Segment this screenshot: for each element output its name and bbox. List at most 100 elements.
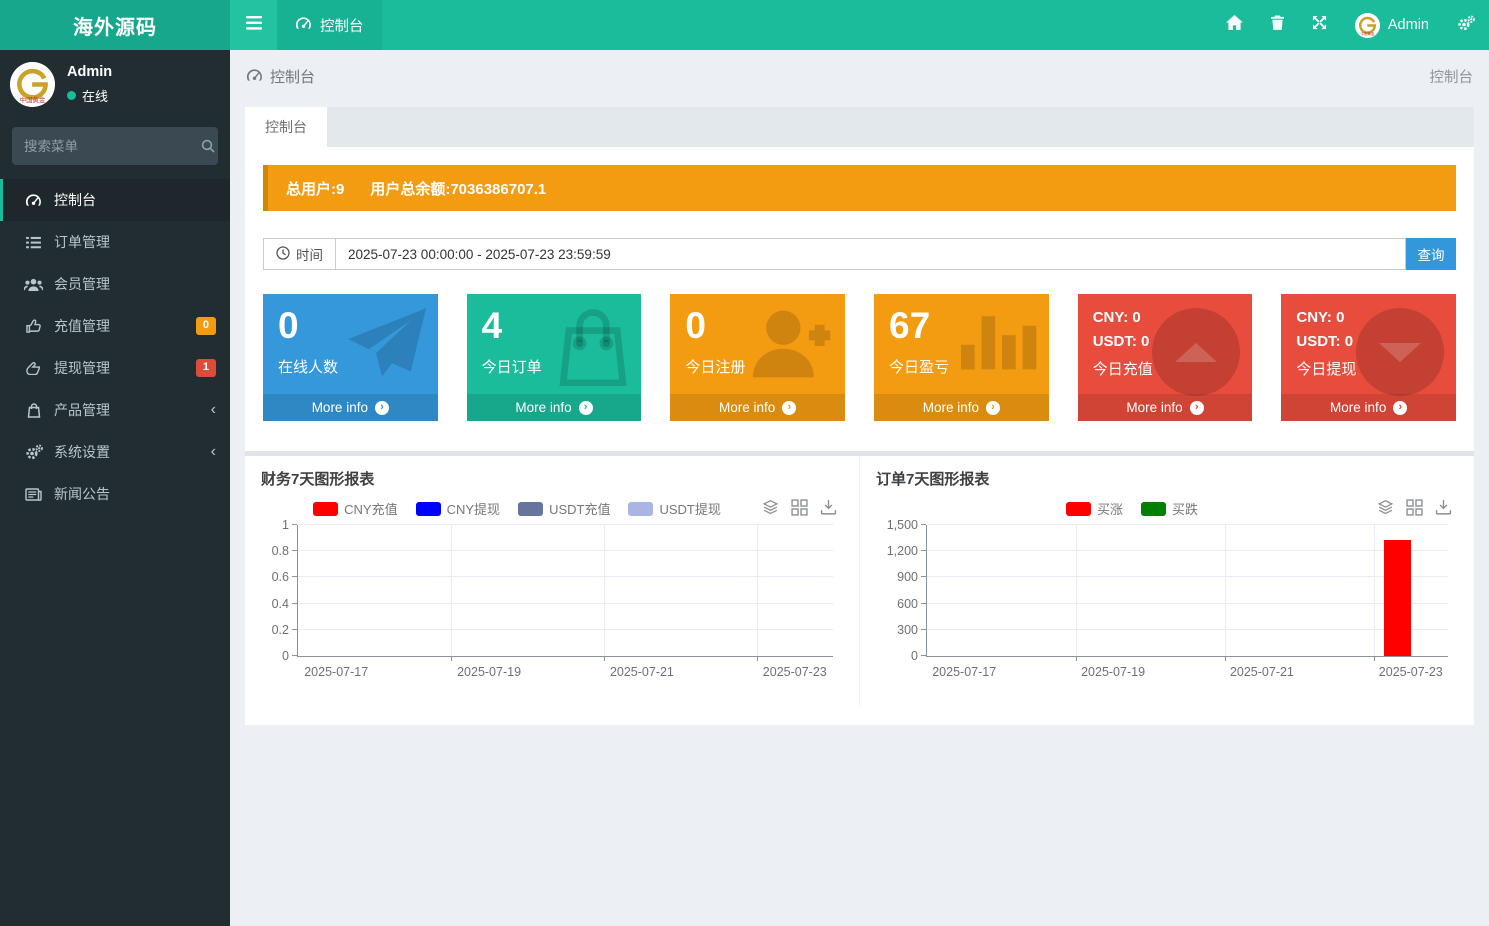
sidebar-search [12, 127, 218, 165]
sidebar-item-7[interactable]: 系统设置 ‹ [0, 431, 230, 473]
legend-label: USDT提现 [659, 502, 721, 517]
thumbs-up-icon [24, 319, 43, 333]
tiled-tool-icon[interactable] [1406, 499, 1423, 516]
more-info-label: More info [1126, 400, 1183, 415]
tab-dashboard[interactable]: 控制台 [245, 107, 327, 147]
y-axis-tick-label: 900 [897, 570, 918, 585]
more-info-link[interactable]: More info › [874, 394, 1049, 421]
sidebar-item-6[interactable]: 产品管理 ‹ [0, 389, 230, 431]
time-range-input[interactable] [336, 238, 1406, 270]
y-axis-tick-label: 0.4 [271, 596, 289, 611]
grid-line [927, 628, 1448, 630]
stack-tool-icon[interactable] [762, 499, 779, 516]
grid-line [1224, 525, 1226, 656]
hamburger-icon [245, 15, 262, 35]
summary-banner: 总用户:9 用户总余额:7036386707.1 [263, 165, 1456, 211]
legend-label: 买涨 [1096, 502, 1123, 517]
legend-item[interactable]: USDT充值 [518, 499, 610, 518]
chevron-left-icon: ‹ [210, 443, 216, 460]
arrow-circle-right-icon: › [374, 400, 389, 415]
breadcrumb-right: 控制台 [1429, 70, 1474, 86]
legend-item[interactable]: CNY提现 [415, 499, 501, 518]
x-axis-tick-label: 2025-07-23 [762, 665, 827, 679]
sidebar: 中国黄金 Admin 在线 控制台订单管理会员管理充值管理 0 提现管理 1 产品管理 ‹… [0, 50, 230, 926]
y-axis-tick-label: 0.8 [271, 544, 289, 559]
legend-item[interactable]: 买跌 [1141, 499, 1198, 518]
home-button[interactable] [1212, 0, 1257, 50]
download-tool-icon[interactable] [1435, 499, 1452, 516]
info-box-1: 0 在线人数 More info › [263, 294, 438, 421]
legend-label: CNY提现 [446, 502, 501, 517]
tab-bar: 控制台 [245, 107, 1474, 147]
arrow-circle-right-icon: › [1393, 400, 1408, 415]
chart-title: 订单7天图形报表 [876, 471, 990, 488]
sidebar-toggle-button[interactable] [230, 0, 277, 50]
avatar: 中国黄金 [10, 62, 55, 107]
sidebar-item-4[interactable]: 充值管理 0 [0, 305, 230, 347]
grid-line [298, 602, 833, 604]
bar-买涨 [1383, 540, 1411, 656]
more-info-link[interactable]: More info › [670, 394, 846, 421]
navbar-right: 中国黄金 Admin [1212, 0, 1489, 50]
chart-title: 财务7天图形报表 [261, 471, 375, 488]
sidebar-item-2[interactable]: 订单管理 [0, 221, 230, 263]
sidebar-item-label: 充值管理 [54, 318, 110, 334]
y-axis-tick-label: 300 [897, 622, 918, 637]
grid-line [927, 576, 1448, 578]
search-input[interactable] [24, 138, 201, 154]
arrow-circle-right-icon: › [1189, 400, 1204, 415]
svg-text:中国黄金: 中国黄金 [1360, 31, 1375, 36]
sidebar-item-1[interactable]: 控制台 [0, 179, 230, 221]
sidebar-item-8[interactable]: 新闻公告 [0, 473, 230, 515]
more-info-link[interactable]: More info › [1077, 394, 1253, 421]
x-axis-tick-label: 2025-07-23 [1378, 665, 1443, 679]
legend-swatch [415, 501, 441, 516]
user-menu[interactable]: 中国黄金 Admin [1341, 0, 1443, 50]
sidebar-item-3[interactable]: 会员管理 [0, 263, 230, 305]
breadcrumb: 控制台 控制台 [230, 50, 1489, 93]
sidebar-item-5[interactable]: 提现管理 1 [0, 347, 230, 389]
y-axis-tick-label: 1,500 [886, 518, 918, 532]
more-info-link[interactable]: More info › [466, 394, 642, 421]
sidebar-item-label: 会员管理 [54, 276, 110, 292]
circle-caret-up-icon [1152, 308, 1241, 396]
newspaper-icon [24, 487, 43, 501]
legend-item[interactable]: CNY充值 [313, 499, 398, 518]
tiled-tool-icon[interactable] [791, 499, 808, 516]
user-name-label: Admin [1387, 17, 1429, 33]
download-tool-icon[interactable] [820, 499, 837, 516]
search-icon[interactable] [201, 139, 215, 153]
legend-item[interactable]: USDT提现 [628, 499, 721, 518]
chart-legend: 买涨 买跌 [874, 499, 1390, 518]
more-info-link[interactable]: More info › [1281, 394, 1457, 421]
info-box-5: CNY: 0 USDT: 0 今日充值 More info › [1077, 294, 1253, 421]
sidebar-user-panel: 中国黄金 Admin 在线 [0, 50, 230, 119]
sidebar-item-label: 系统设置 [54, 444, 110, 460]
legend-item[interactable]: 买涨 [1065, 499, 1123, 518]
dashboard-panel: 总用户:9 用户总余额:7036386707.1 时间 查询 0 在线人数 Mo… [245, 147, 1474, 725]
sidebar-item-label: 产品管理 [54, 402, 110, 418]
fullscreen-button[interactable] [1298, 0, 1341, 50]
grid-line [756, 525, 758, 656]
clear-cache-button[interactable] [1257, 0, 1298, 50]
y-axis-tick-label: 0.6 [271, 570, 289, 585]
legend-label: 买跌 [1172, 502, 1199, 517]
x-axis-tick-label: 2025-07-21 [609, 665, 674, 679]
navbar-tab-dashboard[interactable]: 控制台 [277, 0, 382, 50]
brand-logo[interactable]: 海外源码 [0, 0, 230, 50]
gauge-icon [24, 193, 43, 207]
query-button[interactable]: 查询 [1406, 238, 1456, 270]
settings-button[interactable] [1443, 0, 1489, 50]
trash-icon [1270, 15, 1284, 35]
online-status-dot [67, 91, 76, 100]
navbar-tab-label: 控制台 [320, 18, 364, 35]
count-badge: 1 [195, 359, 216, 377]
more-info-link[interactable]: More info › [263, 394, 438, 421]
legend-swatch [628, 501, 654, 516]
legend-swatch [313, 501, 339, 516]
charts-section: 财务7天图形报表 CNY充值 CNY提现 USDT充值 USDT提现 0 0.2 0… [245, 456, 1474, 707]
total-users-label: 总用户:9 [286, 180, 345, 198]
stack-tool-icon[interactable] [1377, 499, 1394, 516]
x-axis-tick-label: 2025-07-19 [457, 665, 522, 679]
grid-line [927, 550, 1448, 552]
